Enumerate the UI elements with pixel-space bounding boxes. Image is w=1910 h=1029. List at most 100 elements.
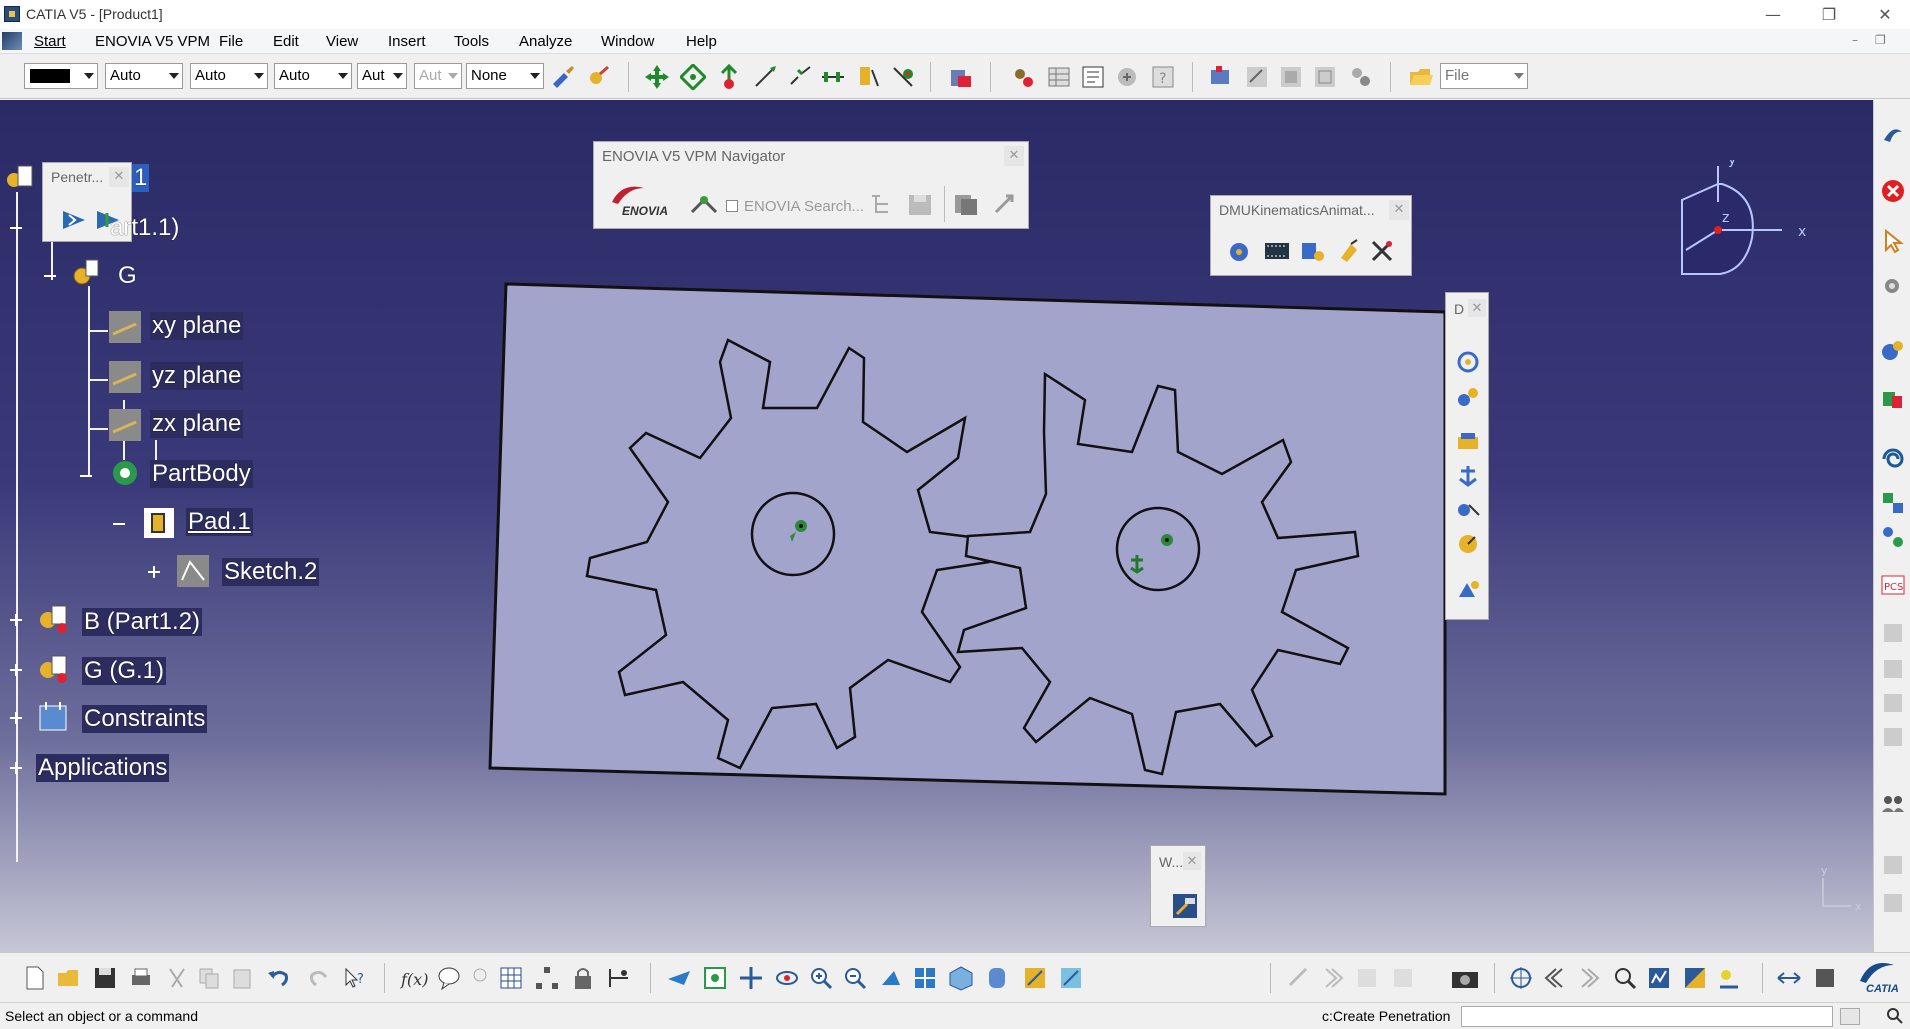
print-icon[interactable]: [128, 965, 154, 991]
close-icon[interactable]: ✕: [1183, 852, 1201, 870]
align-icon[interactable]: [820, 64, 846, 90]
normal-view-icon[interactable]: [878, 965, 904, 991]
menu-edit[interactable]: Edit: [273, 33, 299, 50]
pcs-icon[interactable]: PCS: [1880, 572, 1906, 598]
thickness-combo[interactable]: Auto: [274, 63, 352, 89]
swirl-icon[interactable]: [1880, 122, 1906, 148]
enovia-document-icon[interactable]: [952, 192, 980, 218]
tree-constraints[interactable]: Constraints: [82, 705, 208, 733]
menu-enovia[interactable]: ENOVIA V5 VPM: [95, 33, 210, 50]
enovia-save-icon[interactable]: [906, 192, 934, 218]
paste-icon[interactable]: [230, 965, 256, 991]
network-icon[interactable]: [1880, 524, 1906, 550]
open-folder-icon[interactable]: [56, 965, 82, 991]
close-icon[interactable]: ✕: [1468, 299, 1486, 317]
tree-part-g[interactable]: G (G.1): [82, 657, 167, 685]
render-combo[interactable]: None: [466, 63, 544, 89]
assembly-icon[interactable]: [1880, 386, 1906, 412]
expand-node-button[interactable]: [10, 614, 22, 626]
expand-node-button[interactable]: [10, 762, 22, 774]
light-icon[interactable]: [1716, 965, 1742, 991]
tree-xy-plane[interactable]: xy plane: [150, 312, 244, 340]
point-combo[interactable]: Aut: [357, 63, 407, 89]
command-history-button[interactable]: [1840, 1008, 1860, 1025]
collapse-node-button[interactable]: [10, 222, 22, 234]
penetration-tool-icon[interactable]: [61, 207, 87, 233]
measure-icon[interactable]: [606, 965, 632, 991]
whats-this-icon[interactable]: ?: [342, 965, 368, 991]
fit-all-icon[interactable]: [702, 965, 728, 991]
partbody-icon[interactable]: [108, 456, 142, 490]
menu-window[interactable]: Window: [601, 33, 654, 50]
enovia-navigator-toolbar[interactable]: ENOVIA V5 VPM Navigator ✕ ENOVIA ENOVIA …: [593, 141, 1029, 229]
expand-node-button[interactable]: [148, 566, 160, 578]
simulation-icon[interactable]: [1880, 338, 1906, 364]
multi-instantiation-icon[interactable]: [1348, 64, 1374, 90]
workbench-toolbar[interactable]: W... ✕: [1150, 845, 1206, 927]
tree-g-label[interactable]: G: [118, 262, 137, 290]
gear-joint-icon[interactable]: [1455, 385, 1481, 411]
speed-acceleration-icon[interactable]: [1455, 531, 1481, 557]
tools-icon[interactable]: [1369, 238, 1397, 264]
mdi-minimize-button[interactable]: –: [1852, 33, 1858, 47]
part-icon[interactable]: [36, 652, 70, 686]
film-strip-icon[interactable]: [1263, 238, 1291, 264]
catia-menu-icon[interactable]: [2, 32, 22, 50]
tree-partbody[interactable]: PartBody: [150, 460, 253, 488]
menu-start[interactable]: Start: [34, 33, 66, 50]
select-icon[interactable]: [1880, 228, 1906, 254]
bulb-icon[interactable]: [470, 965, 490, 991]
search-icon[interactable]: [1612, 965, 1638, 991]
enovia-connect-icon[interactable]: [690, 194, 718, 218]
constraints-icon[interactable]: [36, 700, 70, 734]
redo-icon[interactable]: [306, 965, 332, 991]
zoom-out-icon[interactable]: [842, 965, 868, 991]
explode-icon[interactable]: [788, 64, 814, 90]
manipulation-icon[interactable]: [716, 64, 742, 90]
comment-icon[interactable]: [436, 965, 462, 991]
menu-file[interactable]: File: [219, 33, 243, 50]
catalog-icon[interactable]: [948, 64, 974, 90]
minimize-button[interactable]: —: [1750, 0, 1796, 29]
tree-yz-plane[interactable]: yz plane: [150, 362, 244, 390]
rotate-icon[interactable]: [774, 965, 800, 991]
assembly-constraints-icon[interactable]: [1455, 497, 1481, 523]
enovia-tree-icon[interactable]: [868, 192, 896, 218]
analysis-icon[interactable]: [1646, 965, 1672, 991]
hide-show-icon[interactable]: [1022, 965, 1048, 991]
mechanism-analysis-icon[interactable]: [1455, 577, 1481, 603]
dmu-kinematics-toolbar[interactable]: DMUKinematicsAnimat... ✕: [1210, 195, 1412, 276]
previous-icon[interactable]: [1542, 965, 1568, 991]
menu-tools[interactable]: Tools: [454, 33, 489, 50]
knowledge-icon[interactable]: [1114, 64, 1140, 90]
pad-icon[interactable]: [142, 506, 176, 540]
tree-part1-label[interactable]: art1.1): [110, 214, 179, 242]
zoom-in-icon[interactable]: [808, 965, 834, 991]
collapse-node-button[interactable]: [113, 518, 125, 530]
structure-icon[interactable]: [1880, 490, 1906, 516]
mdi-restore-button[interactable]: ❐: [1875, 33, 1886, 47]
undo-icon[interactable]: [266, 965, 292, 991]
gear-settings-icon[interactable]: [1880, 274, 1906, 300]
open-folder-icon[interactable]: [1408, 64, 1434, 90]
formula-icon[interactable]: [1080, 64, 1106, 90]
menu-insert[interactable]: Insert: [388, 33, 426, 50]
expand-node-button[interactable]: [10, 664, 22, 676]
tree-sketch[interactable]: Sketch.2: [222, 558, 320, 586]
tree-pad[interactable]: Pad.1: [186, 508, 253, 536]
part-icon[interactable]: [36, 602, 70, 636]
exit-icon[interactable]: [1880, 178, 1906, 204]
collapse-node-button[interactable]: [80, 470, 92, 482]
formula-fx-icon[interactable]: f(x): [400, 965, 428, 991]
people-icon[interactable]: [1880, 790, 1906, 816]
sectioning-icon[interactable]: [1682, 965, 1708, 991]
replace-component-icon[interactable]: [1278, 64, 1304, 90]
isometric-view-icon[interactable]: [948, 965, 974, 991]
paint-brush-icon[interactable]: [550, 64, 576, 90]
close-icon[interactable]: ✕: [1004, 146, 1024, 166]
product-icon[interactable]: [2, 162, 36, 196]
plane-icon[interactable]: [108, 408, 142, 442]
maximize-button[interactable]: ❐: [1806, 0, 1852, 29]
color-combo[interactable]: [24, 63, 98, 89]
tree-root-label[interactable]: 1: [132, 164, 150, 192]
